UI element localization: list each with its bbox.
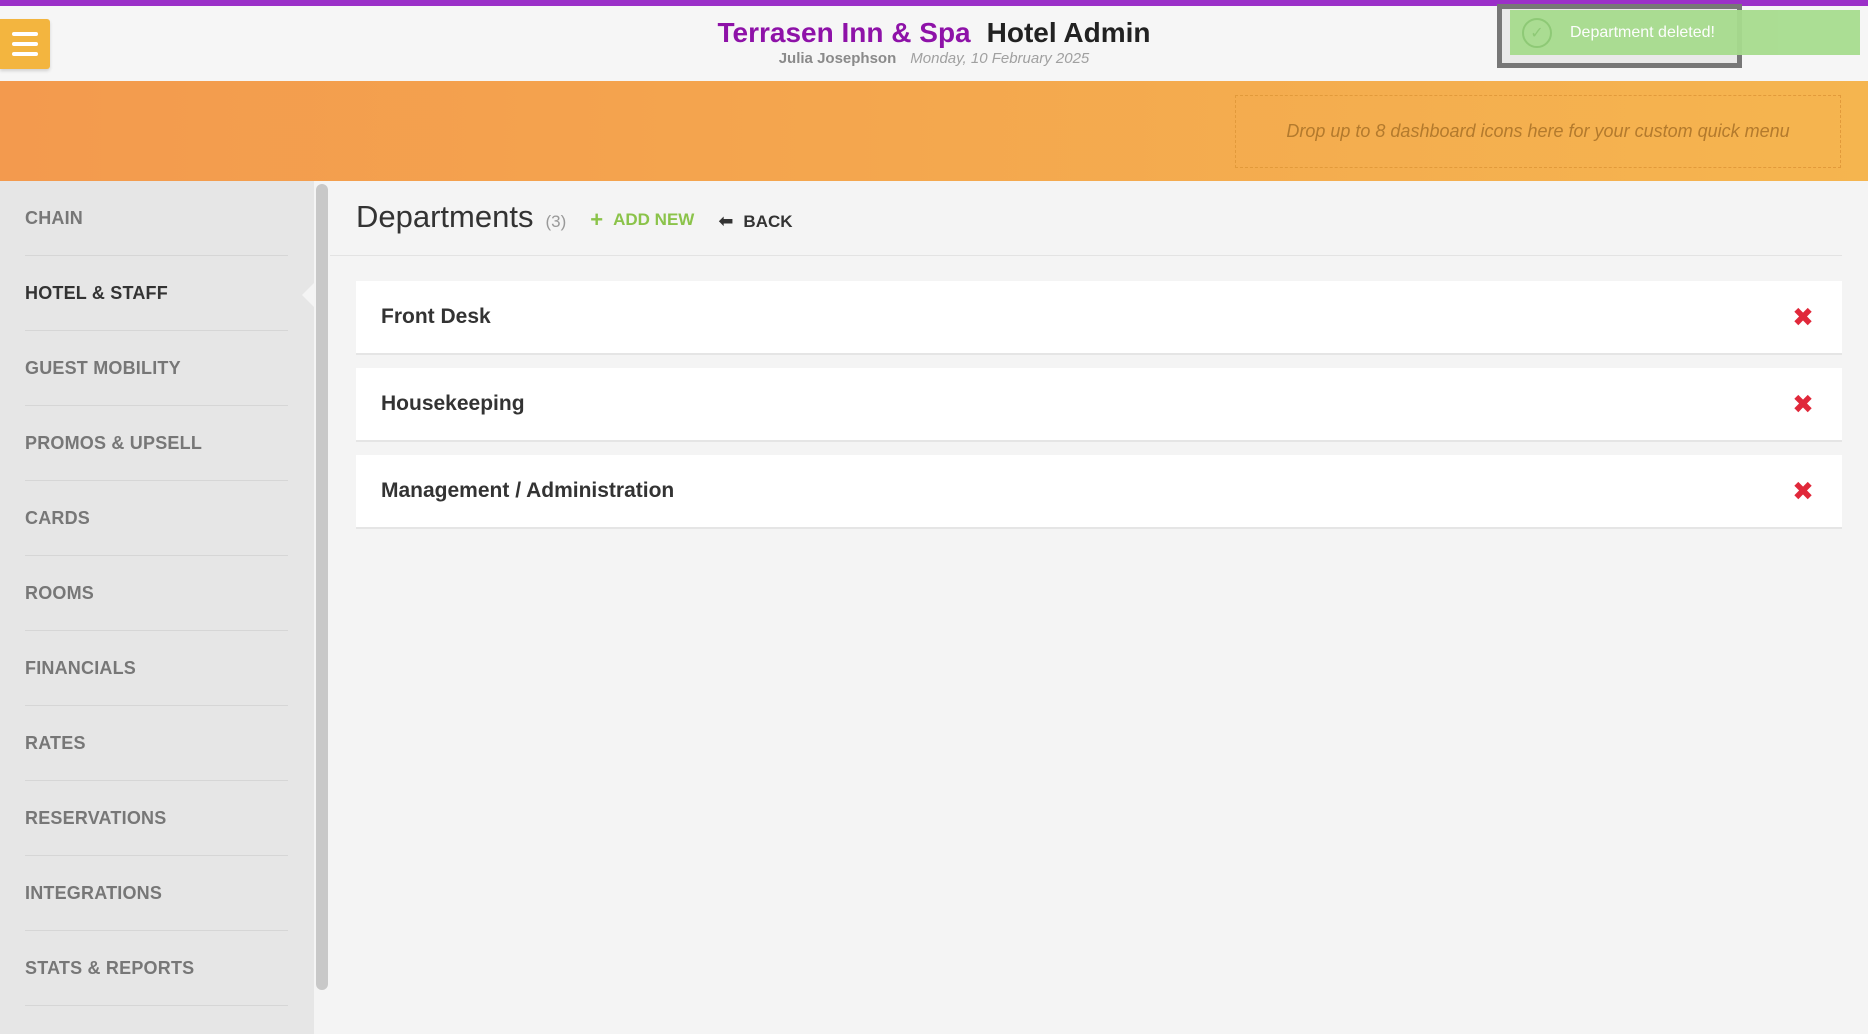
quick-menu-dropzone[interactable]: Drop up to 8 dashboard icons here for yo… — [1235, 95, 1841, 168]
sidebar-item-guest-mobility[interactable]: GUEST MOBILITY — [25, 331, 288, 406]
sidebar-item-reservations[interactable]: RESERVATIONS — [25, 781, 288, 856]
toast-message: Department deleted! — [1570, 23, 1715, 41]
back-label: BACK — [743, 211, 793, 231]
app-label: Hotel Admin — [986, 17, 1151, 48]
toast-notification[interactable]: ✓ Department deleted! — [1510, 10, 1860, 55]
main-content: Departments (3) + ADD NEW ⬅ BACK Front Des… — [330, 181, 1868, 1034]
department-name: Front Desk — [381, 305, 491, 328]
sidebar-item-financials[interactable]: FINANCIALS — [25, 631, 288, 706]
delete-icon[interactable]: ✖ — [1790, 476, 1816, 506]
delete-icon[interactable]: ✖ — [1790, 302, 1816, 332]
sidebar-item-cards[interactable]: CARDS — [25, 481, 288, 556]
delete-icon[interactable]: ✖ — [1790, 389, 1816, 419]
department-name: Management / Administration — [381, 479, 675, 502]
sidebar-item-rates[interactable]: RATES — [25, 706, 288, 781]
arrow-left-icon: ⬅ — [718, 211, 734, 231]
active-pointer — [302, 283, 314, 307]
sidebar-item-stats-reports[interactable]: STATS & REPORTS — [25, 931, 288, 1006]
page-header: Departments (3) + ADD NEW ⬅ BACK — [356, 199, 793, 239]
hotel-name: Terrasen Inn & Spa — [717, 17, 971, 48]
back-button[interactable]: ⬅ BACK — [718, 211, 792, 232]
list-item[interactable]: Housekeeping ✖ — [356, 368, 1842, 442]
quick-menu-banner: Drop up to 8 dashboard icons here for yo… — [0, 81, 1868, 181]
sidebar-item-integrations[interactable]: INTEGRATIONS — [25, 856, 288, 931]
sidebar-item-rooms[interactable]: ROOMS — [25, 556, 288, 631]
sidebar-scrollbar-thumb[interactable] — [316, 184, 328, 990]
sidebar-item-hotel-staff[interactable]: HOTEL & STAFF — [25, 256, 288, 331]
current-date: Monday, 10 February 2025 — [910, 50, 1090, 67]
user-name: Julia Josephson — [778, 50, 897, 67]
add-new-button[interactable]: + ADD NEW — [590, 207, 694, 233]
check-circle-icon: ✓ — [1522, 17, 1552, 48]
sidebar-item-chain[interactable]: CHAIN — [25, 181, 288, 256]
divider — [330, 255, 1842, 256]
list-item[interactable]: Management / Administration ✖ — [356, 455, 1842, 529]
plus-icon: + — [590, 207, 604, 232]
sidebar-item-promos-upsell[interactable]: PROMOS & UPSELL — [25, 406, 288, 481]
department-name: Housekeeping — [381, 392, 525, 415]
list-item[interactable]: Front Desk ✖ — [356, 281, 1842, 355]
add-new-label: ADD NEW — [613, 210, 695, 229]
page-title: Departments — [356, 199, 534, 234]
sidebar: CHAIN HOTEL & STAFF GUEST MOBILITY PROMO… — [0, 181, 314, 1034]
department-count: (3) — [545, 212, 567, 231]
